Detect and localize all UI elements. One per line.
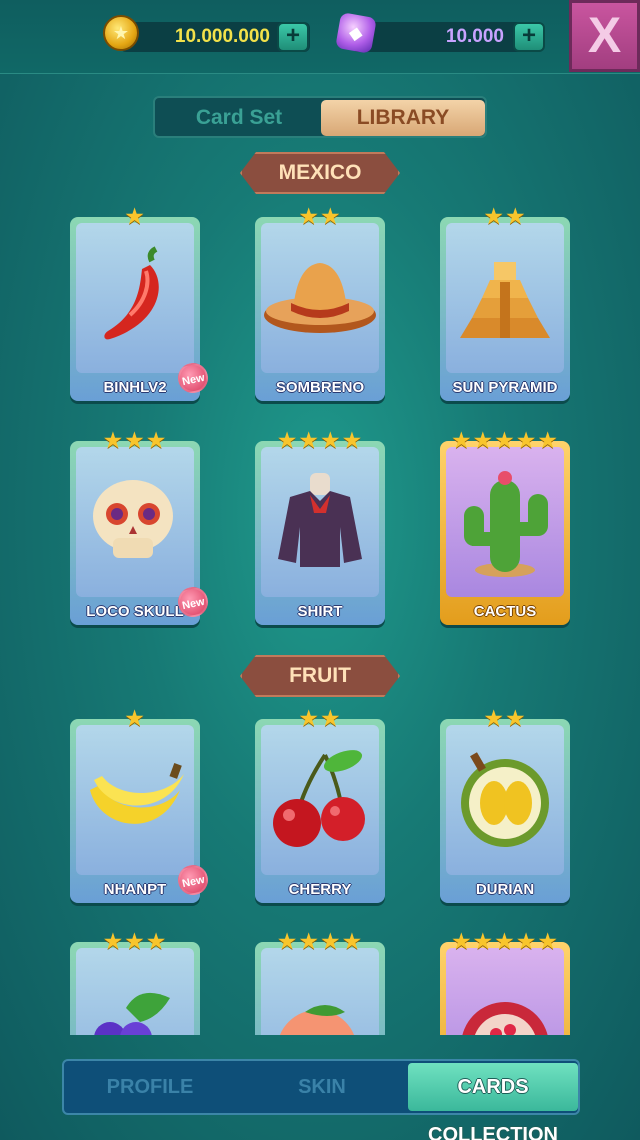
card-name: CHERRY <box>288 881 352 898</box>
tab-skin[interactable]: SKIN <box>236 1061 408 1113</box>
card-loco-skull[interactable]: ★★★ New LOCO SKULL <box>70 427 211 625</box>
star-rating: ★★★★★ <box>450 928 560 954</box>
card-name: SOMBRENO <box>275 379 365 396</box>
star-rating: ★★ <box>298 203 342 229</box>
coin-icon: ★ <box>103 15 139 51</box>
add-gems-button[interactable]: + <box>513 22 545 52</box>
star-rating: ★ <box>124 705 146 731</box>
chili-pepper-icon <box>76 223 194 373</box>
pomegranate-icon <box>446 948 564 1035</box>
grapes-icon <box>76 948 194 1035</box>
star-rating: ★★★★ <box>276 427 364 453</box>
coin-amount: 10.000.000 <box>174 26 270 47</box>
star-rating: ★★★ <box>102 928 168 954</box>
star-rating: ★★ <box>483 203 527 229</box>
close-button[interactable]: X <box>569 0 640 72</box>
section-title-mexico: MEXICO <box>240 152 400 194</box>
add-coins-button[interactable]: + <box>277 22 309 52</box>
pyramid-icon <box>446 223 564 373</box>
card-name: BINHLV2 <box>103 379 167 396</box>
card-pomegranate[interactable]: ★★★★★ <box>440 928 570 1035</box>
card-name: CACTUS <box>473 603 537 620</box>
card-cactus[interactable]: ★★★★★ CACTUS <box>440 427 570 625</box>
gem-icon: ◆ <box>335 12 377 54</box>
tab-card-set[interactable]: Card Set <box>157 100 321 136</box>
card-binhlv2[interactable]: ★ New BINHLV2 <box>70 203 211 401</box>
gem-amount: 10.000 <box>445 26 504 47</box>
card-durian[interactable]: ★★ DURIAN <box>440 705 570 903</box>
card-shirt[interactable]: ★★★★ SHIRT <box>255 427 385 625</box>
section-title-fruit: FRUIT <box>240 655 400 697</box>
star-rating: ★★★★ <box>276 928 364 954</box>
cherry-icon <box>261 725 379 875</box>
star-rating: ★★ <box>483 705 527 731</box>
card-peach[interactable]: ★★★★ <box>255 928 385 1035</box>
card-grid-scroll-clip: ★★★ ★★★★ ★★★★★ <box>0 920 640 1035</box>
star-rating: ★ <box>124 203 146 229</box>
card-nhanpt[interactable]: ★ New NHANPT <box>70 705 211 903</box>
durian-icon <box>446 725 564 875</box>
card-name: DURIAN <box>475 881 535 898</box>
card-cherry[interactable]: ★★ CHERRY <box>255 705 385 903</box>
card-sun-pyramid[interactable]: ★★ SUN PYRAMID <box>440 203 570 401</box>
star-rating: ★★ <box>298 705 342 731</box>
sombrero-icon <box>261 223 379 373</box>
card-name: SHIRT <box>297 603 343 620</box>
card-name: NHANPT <box>103 881 167 898</box>
tab-profile[interactable]: PROFILE <box>64 1061 236 1113</box>
cactus-icon <box>446 447 564 597</box>
shirt-icon <box>261 447 379 597</box>
card-name: LOCO SKULL <box>86 603 184 620</box>
star-rating: ★★★ <box>102 427 168 453</box>
skull-icon <box>76 447 194 597</box>
star-rating: ★★★★★ <box>450 427 560 453</box>
card-name: SUN PYRAMID <box>452 379 558 396</box>
card-grapes[interactable]: ★★★ <box>70 928 200 1035</box>
collection-tabs: Card Set LIBRARY <box>153 96 487 138</box>
banana-icon <box>76 725 194 875</box>
card-sombreno[interactable]: ★★ SOMBRENO <box>255 203 385 401</box>
tab-cards-collection[interactable]: CARDS COLLECTION <box>408 1063 578 1140</box>
bottom-navigation: PROFILE SKIN CARDS COLLECTION <box>62 1059 580 1140</box>
tab-library[interactable]: LIBRARY <box>321 100 485 136</box>
peach-icon <box>261 948 379 1035</box>
